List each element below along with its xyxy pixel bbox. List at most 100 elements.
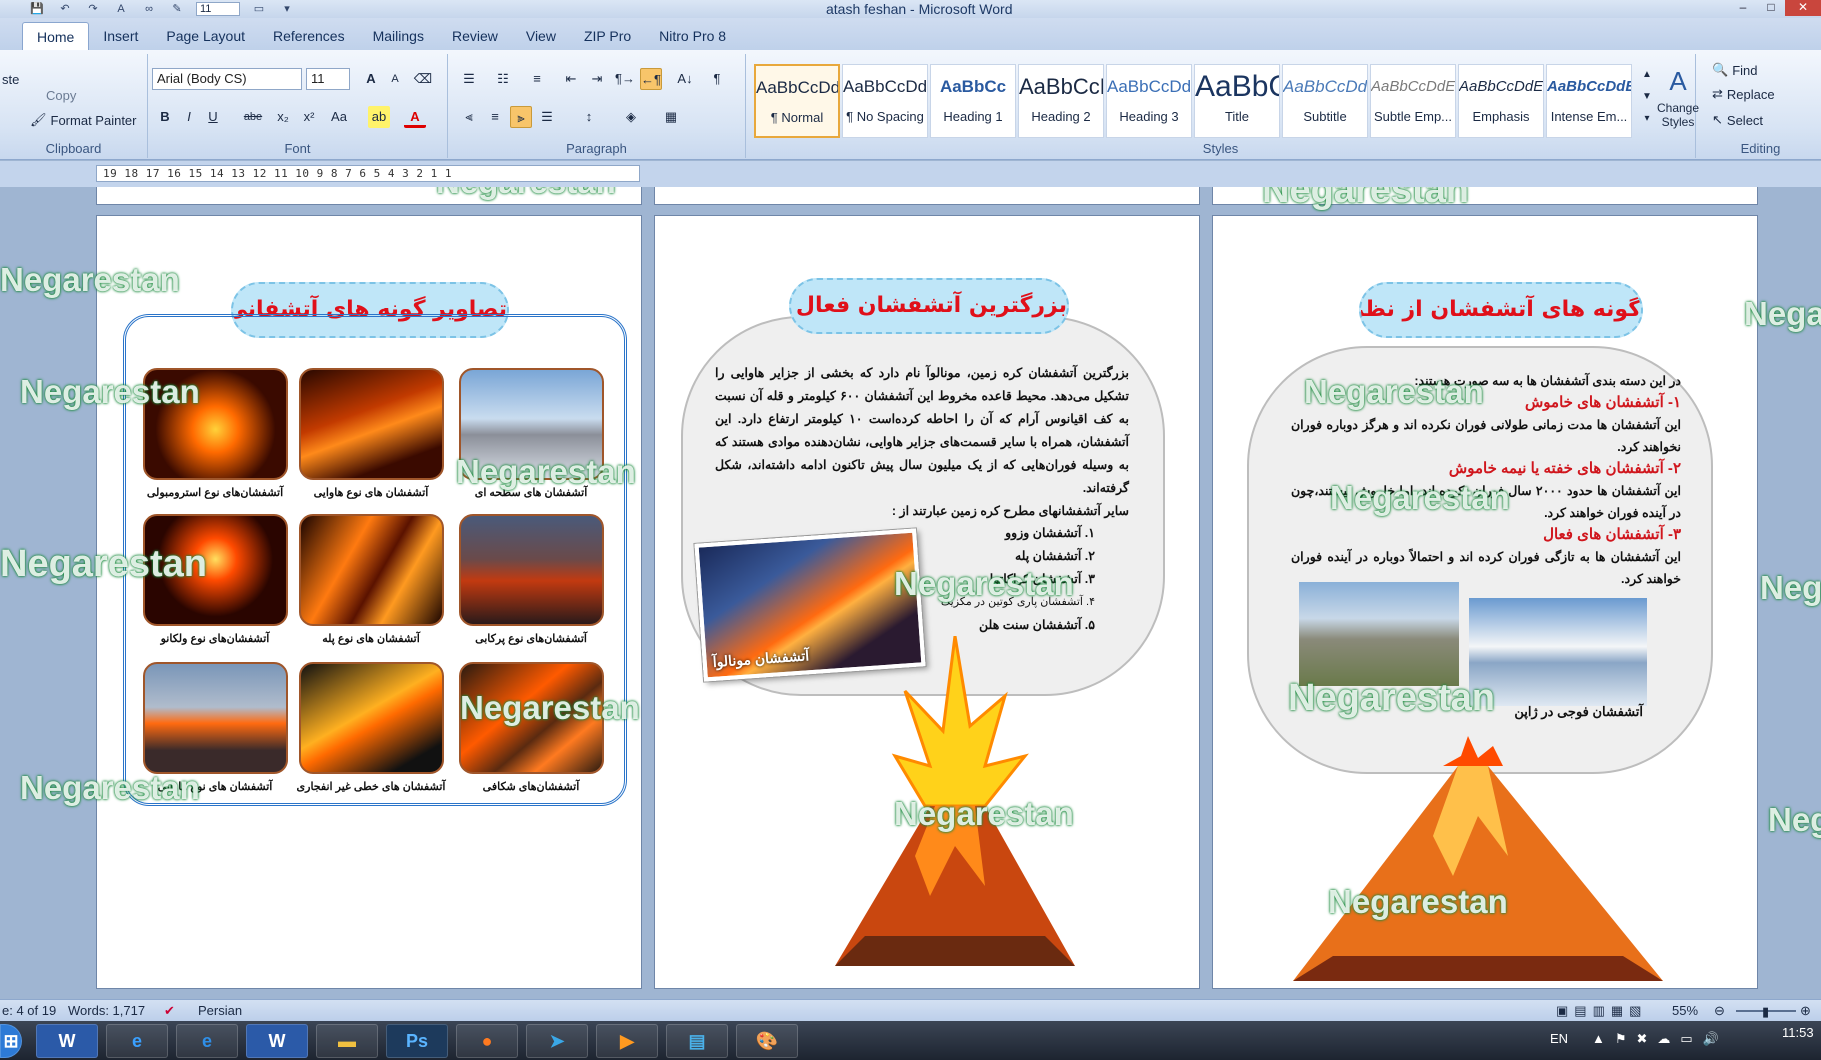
font-color-icon[interactable]: A bbox=[112, 2, 130, 16]
bold-button[interactable]: B bbox=[154, 106, 176, 128]
copy-button[interactable]: Copy bbox=[46, 88, 76, 103]
qat-font-size-box[interactable]: 11 bbox=[196, 2, 240, 16]
firefox-icon[interactable]: ● bbox=[456, 1024, 518, 1058]
superscript-button[interactable]: x² bbox=[298, 106, 320, 128]
proofing-icon[interactable]: ✔ bbox=[164, 1003, 175, 1019]
increase-indent-icon[interactable]: ⇥ bbox=[586, 68, 608, 90]
save-icon[interactable]: 💾 bbox=[28, 2, 46, 16]
style-subtle-emphasis[interactable]: AaBbCcDdEe Subtle Emp... bbox=[1370, 64, 1456, 138]
style-title[interactable]: AaBbCcDdEe Title bbox=[1194, 64, 1280, 138]
decrease-indent-icon[interactable]: ⇤ bbox=[560, 68, 582, 90]
borders-icon[interactable]: ▦ bbox=[660, 106, 682, 128]
line-spacing-icon[interactable]: ↕ bbox=[578, 106, 600, 128]
find-label: Find bbox=[1732, 62, 1758, 78]
control-panel-icon[interactable]: ▤ bbox=[666, 1024, 728, 1058]
replace-button[interactable]: ⇄ Replace bbox=[1712, 86, 1775, 102]
new-page-icon[interactable]: ▭ bbox=[250, 2, 268, 16]
telegram-icon[interactable]: ➤ bbox=[526, 1024, 588, 1058]
undo-icon[interactable]: ↶ bbox=[56, 2, 74, 16]
align-left-icon[interactable]: ⫷ bbox=[458, 106, 480, 128]
document-area[interactable]: تصاویر گونه های آتشفانی از نظر فوران آتش… bbox=[0, 187, 1821, 999]
format-icon[interactable]: ✎ bbox=[168, 2, 186, 16]
format-painter-button[interactable]: 🖌 Format Painter bbox=[30, 112, 137, 128]
tab-view[interactable]: View bbox=[512, 22, 570, 50]
close-button[interactable]: ✕ bbox=[1785, 0, 1821, 16]
font-color-button[interactable]: A bbox=[404, 106, 426, 128]
redo-icon[interactable]: ↷ bbox=[84, 2, 102, 16]
rtl-direction-icon[interactable]: ←¶ bbox=[640, 68, 662, 90]
zoom-in-icon[interactable]: ⊕ bbox=[1800, 1003, 1811, 1019]
zoom-level[interactable]: 55% bbox=[1672, 1003, 1698, 1018]
word-count[interactable]: Words: 1,717 bbox=[68, 1003, 145, 1018]
align-center-icon[interactable]: ≡ bbox=[484, 106, 506, 128]
page-right[interactable]: گونه های آتشفشان از نظر انرژی درونی در ا… bbox=[1212, 215, 1758, 989]
show-formatting-button[interactable]: ¶ bbox=[706, 68, 728, 90]
tab-zip-pro[interactable]: ZIP Pro bbox=[570, 22, 645, 50]
clear-formatting-button[interactable]: ⌫ bbox=[412, 68, 434, 90]
font-size-combo[interactable]: 11 bbox=[306, 68, 350, 90]
horizontal-ruler[interactable]: 19 18 17 16 15 14 13 12 11 10 9 8 7 6 5 … bbox=[96, 165, 640, 182]
style-subtitle[interactable]: AaBbCcDdEe Subtitle bbox=[1282, 64, 1368, 138]
page-middle[interactable]: بزرگترین آتشفشان فعال جهان بزرگترین آتشف… bbox=[654, 215, 1200, 989]
subscript-button[interactable]: x₂ bbox=[272, 106, 294, 128]
change-styles-button[interactable]: A Change Styles bbox=[1657, 66, 1699, 129]
sort-button[interactable]: A↓ bbox=[674, 68, 696, 90]
highlight-button[interactable]: ab bbox=[368, 106, 390, 128]
paint-icon[interactable]: 🎨 bbox=[736, 1024, 798, 1058]
zoom-out-icon[interactable]: ⊖ bbox=[1714, 1003, 1725, 1019]
style-no-spacing[interactable]: AaBbCcDdEe ¶ No Spacing bbox=[842, 64, 928, 138]
edge-icon[interactable]: e bbox=[106, 1024, 168, 1058]
shading-icon[interactable]: ◈ bbox=[620, 106, 642, 128]
italic-button[interactable]: I bbox=[178, 106, 200, 128]
tab-nitro-pro[interactable]: Nitro Pro 8 bbox=[645, 22, 740, 50]
tab-page-layout[interactable]: Page Layout bbox=[152, 22, 259, 50]
maximize-button[interactable]: □ bbox=[1757, 0, 1785, 16]
word-icon[interactable]: W bbox=[36, 1024, 98, 1058]
shrink-font-button[interactable]: A bbox=[384, 68, 406, 90]
start-button[interactable]: ⊞ bbox=[0, 1024, 22, 1058]
style-heading-2[interactable]: AaBbCcDdEe Heading 2 bbox=[1018, 64, 1104, 138]
bullets-icon[interactable]: ☰ bbox=[458, 68, 480, 90]
style-intense-emphasis[interactable]: AaBbCcDdEe Intense Em... bbox=[1546, 64, 1632, 138]
align-right-icon[interactable]: ⫸ bbox=[510, 106, 532, 128]
numbering-icon[interactable]: ☷ bbox=[492, 68, 514, 90]
paste-button[interactable]: ste bbox=[2, 72, 19, 87]
select-button[interactable]: ↖ Select bbox=[1712, 112, 1763, 128]
tab-insert[interactable]: Insert bbox=[89, 22, 152, 50]
language-indicator[interactable]: EN bbox=[1550, 1031, 1568, 1046]
tray-icons[interactable]: ▲⚑✖☁▭🔊 bbox=[1592, 1031, 1729, 1047]
photoshop-icon[interactable]: Ps bbox=[386, 1024, 448, 1058]
styles-scroll-icon[interactable]: ▲ ▼ ▾ bbox=[1636, 64, 1658, 134]
language-status[interactable]: Persian bbox=[198, 1003, 242, 1018]
tab-mailings[interactable]: Mailings bbox=[359, 22, 438, 50]
multilevel-list-icon[interactable]: ≡ bbox=[526, 68, 548, 90]
minimize-button[interactable]: – bbox=[1729, 0, 1757, 16]
internet-explorer-icon[interactable]: e bbox=[176, 1024, 238, 1058]
underline-button[interactable]: U bbox=[202, 106, 224, 128]
tab-references[interactable]: References bbox=[259, 22, 359, 50]
style-heading-1[interactable]: AaBbCc Heading 1 bbox=[930, 64, 1016, 138]
font-name-combo[interactable]: Arial (Body CS) bbox=[152, 68, 302, 90]
word-document-icon[interactable]: W bbox=[246, 1024, 308, 1058]
find-button[interactable]: 🔍 Find bbox=[1712, 62, 1757, 78]
style-emphasis[interactable]: AaBbCcDdEe Emphasis bbox=[1458, 64, 1544, 138]
tab-home[interactable]: Home bbox=[22, 22, 90, 50]
view-buttons[interactable]: ▣▤▥▦▧ bbox=[1556, 1003, 1647, 1019]
link-icon[interactable]: ∞ bbox=[140, 2, 158, 16]
media-player-icon[interactable]: ▶ bbox=[596, 1024, 658, 1058]
style-heading-3[interactable]: AaBbCcDdEe Heading 3 bbox=[1106, 64, 1192, 138]
clock[interactable]: 11:53 bbox=[1782, 1025, 1814, 1040]
change-case-button[interactable]: Aa bbox=[328, 106, 350, 128]
strikethrough-button[interactable]: abe bbox=[242, 106, 264, 128]
qat-customize-icon[interactable]: ▾ bbox=[278, 2, 296, 16]
tab-review[interactable]: Review bbox=[438, 22, 512, 50]
folder-icon[interactable]: ▬ bbox=[316, 1024, 378, 1058]
justify-icon[interactable]: ☰ bbox=[536, 106, 558, 128]
style-normal[interactable]: AaBbCcDdEe ¶ Normal bbox=[754, 64, 840, 138]
zoom-slider-thumb[interactable]: ▮ bbox=[1762, 1004, 1769, 1020]
page-left[interactable]: تصاویر گونه های آتشفانی از نظر فوران آتش… bbox=[96, 215, 642, 989]
page-count[interactable]: e: 4 of 19 bbox=[2, 1003, 56, 1018]
grow-font-button[interactable]: A bbox=[360, 68, 382, 90]
heading-dormant: ۲- آتشفشان های خفته یا نیمه خاموش bbox=[1448, 460, 1681, 477]
ltr-direction-icon[interactable]: ¶→ bbox=[614, 68, 636, 90]
